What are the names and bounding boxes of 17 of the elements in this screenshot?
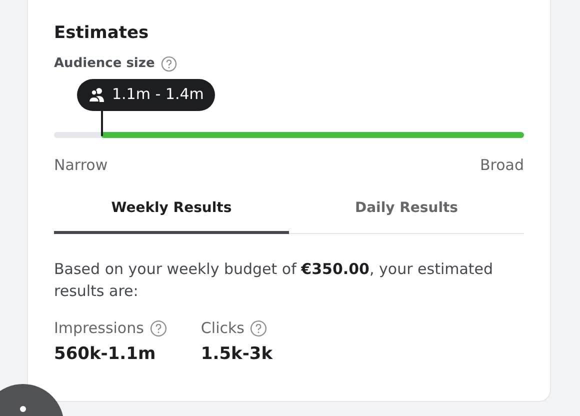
narrow-label: Narrow [54,154,108,176]
slider-marker[interactable] [101,110,103,136]
section-title: Estimates [54,22,150,45]
help-icon[interactable] [150,320,167,337]
help-icon[interactable] [160,56,177,72]
metric-value: 1.5k-3k [200,342,273,366]
metric-label: Impressions [54,318,144,339]
help-icon[interactable] [250,320,268,337]
summary-text: Based on your weekly budget of €350.00, your estimated results are: [54,259,494,302]
metric-value: 560k-1.1m [54,342,157,366]
audience-size-label: Audience size [54,55,155,73]
results-tab[interactable]: Weekly Results [54,198,289,234]
people-icon [88,86,106,102]
broad-label: Broad [480,154,524,176]
audience-range-text: 1.1m - 1.4m [112,84,204,106]
metric-label: Clicks [200,318,244,339]
results-tab[interactable]: Daily Results [289,198,524,234]
